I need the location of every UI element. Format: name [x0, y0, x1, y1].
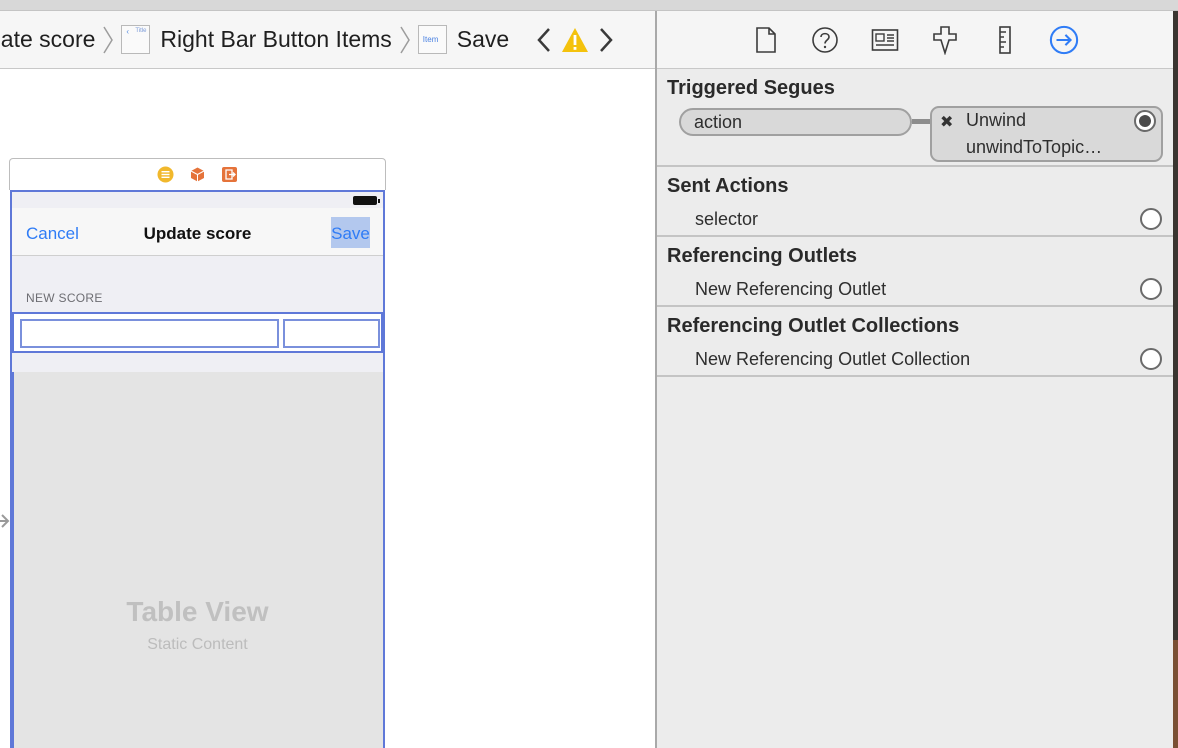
navigation-bar[interactable]: Cancel Update score Save: [12, 208, 383, 256]
section-title: Sent Actions: [667, 175, 789, 197]
sent-action-selector: selector: [695, 209, 759, 229]
sent-actions-section: Sent Actions selector: [657, 167, 1175, 237]
storyboard-canvas[interactable]: Cancel Update score Save NEW SCORE Table…: [0, 69, 655, 748]
battery-icon: [353, 196, 380, 205]
scene-dock: [9, 158, 386, 190]
tab-identity-inspector[interactable]: [870, 24, 900, 56]
navigation-item-thumbnail-icon: ‹ Title: [121, 25, 151, 54]
section-header: NEW SCORE: [26, 291, 103, 305]
thumb-chevron: ‹: [126, 27, 130, 36]
connection-circle-icon[interactable]: [1140, 208, 1162, 230]
new-referencing-outlet: New Referencing Outlet: [695, 279, 887, 299]
new-referencing-outlet-collection: New Referencing Outlet Collection: [695, 349, 971, 369]
window-edge-highlight: [1173, 640, 1178, 748]
destination-type: Unwind: [966, 110, 1027, 130]
first-responder-icon[interactable]: [189, 166, 206, 183]
navigation-title: Update score: [143, 224, 252, 243]
breadcrumb-update-score[interactable]: date score: [0, 26, 95, 53]
secondary-text-field[interactable]: [283, 319, 380, 348]
referencing-outlets-section: Referencing Outlets New Referencing Outl…: [657, 237, 1175, 307]
table-view-background[interactable]: [12, 372, 383, 748]
section-title: Referencing Outlet Collections: [667, 315, 960, 337]
previous-issue-button[interactable]: [533, 25, 555, 55]
section-title: Referencing Outlets: [667, 245, 858, 267]
thumb-item: Item: [422, 35, 439, 44]
remove-connection-icon[interactable]: ✖: [940, 112, 953, 132]
connection-line: [912, 119, 932, 124]
next-issue-button[interactable]: [595, 25, 617, 55]
table-view-title: Table View: [126, 596, 269, 627]
interface-builder-editor: date score ‹ Title Right Bar Button Item…: [0, 11, 655, 748]
score-text-field[interactable]: [20, 319, 279, 348]
bar-button-item-thumbnail-icon: Item: [417, 25, 447, 54]
view-controller-view[interactable]: Cancel Update score Save NEW SCORE Table…: [10, 190, 385, 748]
quick-help-icon: [812, 27, 838, 53]
table-cell[interactable]: [12, 312, 383, 353]
destination-selector: unwindToTopic…: [966, 137, 1103, 157]
tab-size-inspector[interactable]: [990, 24, 1020, 56]
inspector-tab-bar: [657, 11, 1175, 69]
jump-bar: date score ‹ Title Right Bar Button Item…: [0, 11, 655, 69]
tab-attributes-inspector[interactable]: [930, 24, 960, 56]
connection-circle-icon[interactable]: [1134, 110, 1156, 132]
segue-source-action[interactable]: action: [679, 108, 912, 136]
thumb-title: Title: [135, 28, 147, 34]
view-controller-icon[interactable]: [157, 166, 174, 183]
breadcrumb-chevron-icon: [400, 26, 410, 53]
connections-inspector-icon: [1049, 25, 1079, 55]
connection-circle-icon[interactable]: [1140, 348, 1162, 370]
triggered-segues-section: Triggered Segues action ✖ Unwind unwindT…: [657, 69, 1175, 167]
tab-file-inspector[interactable]: [751, 24, 781, 56]
status-bar: [12, 192, 383, 208]
breadcrumb-save[interactable]: Save: [457, 26, 509, 53]
tab-connections-inspector[interactable]: [1049, 24, 1079, 56]
tab-quick-help[interactable]: [810, 24, 840, 56]
file-inspector-icon: [756, 27, 776, 53]
breadcrumb-right-bar-button-items[interactable]: Right Bar Button Items: [160, 26, 391, 53]
table-view-subtitle: Static Content: [147, 636, 248, 653]
save-button[interactable]: Save: [331, 217, 370, 248]
exit-icon[interactable]: [221, 166, 238, 183]
view-controller-scene[interactable]: Cancel Update score Save NEW SCORE Table…: [9, 158, 386, 748]
warning-icon[interactable]: [561, 26, 589, 54]
utilities-inspector: Triggered Segues action ✖ Unwind unwindT…: [655, 11, 1175, 748]
identity-inspector-icon: [871, 29, 899, 51]
chevron-right-icon: [600, 27, 613, 52]
attributes-inspector-icon: [933, 26, 957, 55]
segue-destination[interactable]: ✖ Unwind unwindToTopic…: [930, 106, 1163, 162]
size-inspector-icon: [999, 26, 1011, 54]
chevron-left-icon: [537, 27, 551, 52]
connection-circle-icon[interactable]: [1140, 278, 1162, 300]
window-top-strip: [0, 0, 1178, 11]
window-edge: [1173, 11, 1178, 748]
section-title: Triggered Segues: [667, 77, 835, 99]
breadcrumb-chevron-icon: [103, 26, 114, 53]
referencing-outlet-collections-section: Referencing Outlet Collections New Refer…: [657, 307, 1175, 377]
